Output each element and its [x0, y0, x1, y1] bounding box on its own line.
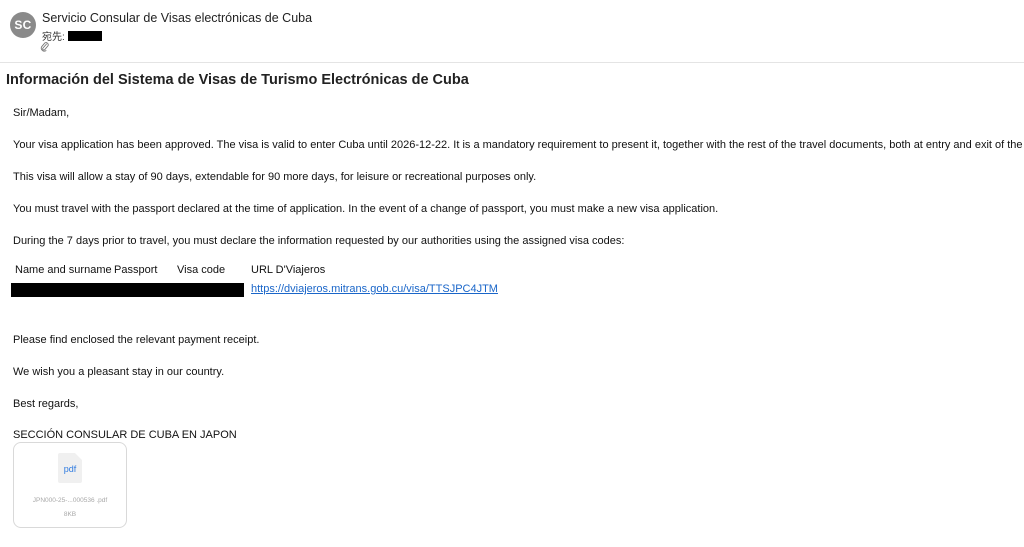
sender-name[interactable]: Servicio Consular de Visas electrónicas … — [42, 11, 312, 25]
stay-paragraph: This visa will allow a stay of 90 days, … — [13, 171, 537, 183]
col-header-url: URL D'Viajeros — [251, 264, 326, 276]
attachment-size: 8KB — [63, 511, 77, 518]
pdf-type-label: pdf — [63, 464, 77, 474]
col-header-name: Name and surname — [15, 264, 112, 276]
dviajeros-visa-link[interactable]: https://dviajeros.mitrans.gob.cu/visa/TT… — [251, 283, 498, 295]
declare-paragraph: During the 7 days prior to travel, you m… — [13, 235, 625, 247]
col-header-visa-code: Visa code — [177, 264, 226, 276]
redacted-recipient — [67, 30, 102, 41]
pdf-attachment-card[interactable]: pdf JPN000-25-...000536 .pdf 8KB — [13, 442, 127, 528]
approval-paragraph: Your visa application has been approved.… — [13, 139, 1024, 151]
sender-avatar[interactable]: SC — [10, 12, 36, 38]
receipt-paragraph: Please find enclosed the relevant paymen… — [13, 334, 260, 346]
header-divider — [0, 62, 1024, 63]
paperclip-icon[interactable] — [40, 41, 49, 55]
wish-paragraph: We wish you a pleasant stay in our count… — [13, 366, 225, 378]
email-subject: Información del Sistema de Visas de Turi… — [6, 72, 469, 88]
signature-text: SECCIÓN CONSULAR DE CUBA EN JAPON — [13, 429, 237, 441]
greeting-text: Sir/Madam, — [13, 107, 70, 119]
passport-paragraph: You must travel with the passport declar… — [13, 203, 719, 215]
pdf-file-icon: pdf — [58, 453, 82, 483]
attachment-filename: JPN000-25-...000536 .pdf — [32, 497, 108, 504]
col-header-passport: Passport — [114, 264, 158, 276]
redacted-visa-details — [11, 283, 244, 297]
email-header: SC Servicio Consular de Visas electrónic… — [10, 8, 1010, 54]
recipient-row: 宛先: — [42, 28, 102, 43]
regards-text: Best regards, — [13, 398, 79, 410]
